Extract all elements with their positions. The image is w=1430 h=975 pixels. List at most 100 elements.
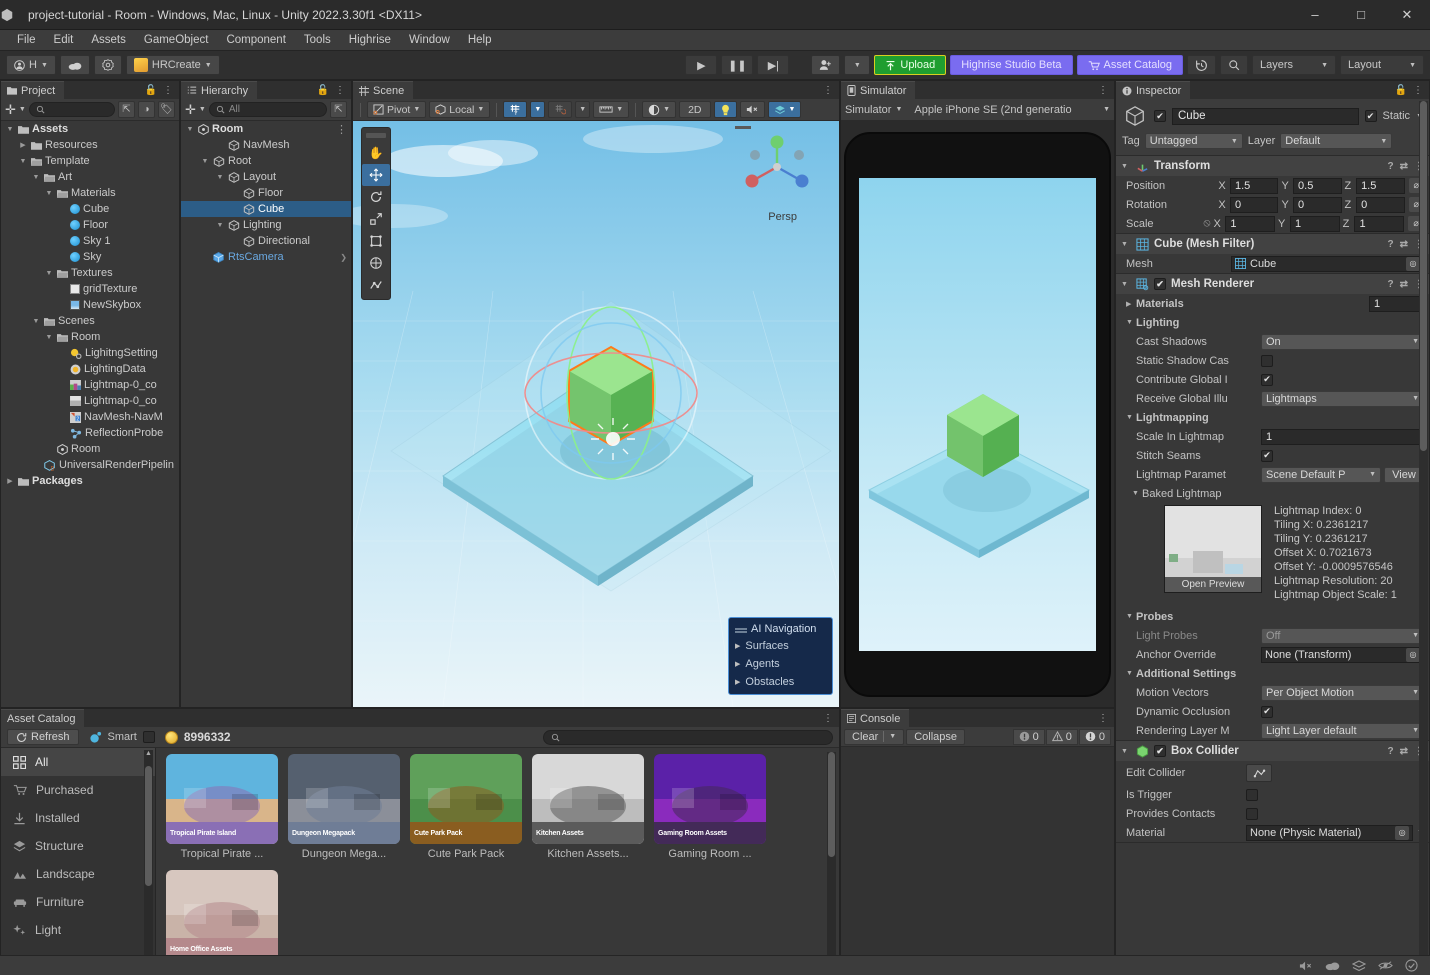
probes-group-row[interactable]: ▼ Probes bbox=[1116, 607, 1429, 626]
tree-toggle-icon[interactable]: ▼ bbox=[185, 126, 195, 133]
asset-category-all[interactable]: All bbox=[1, 748, 155, 776]
layout-dropdown[interactable]: Layout ▼ bbox=[1340, 55, 1424, 75]
project-open-in-window-button[interactable]: ⇱ bbox=[118, 101, 135, 118]
help-icon[interactable]: ? bbox=[1388, 239, 1394, 250]
chevron-right-icon[interactable]: ❯ bbox=[340, 253, 347, 262]
project-tree-item[interactable]: Room bbox=[1, 441, 179, 457]
box-collider-header[interactable]: ▼ Box Collider ? ⇄ ⋮ bbox=[1116, 741, 1429, 761]
smart-toggle-group[interactable]: Smart bbox=[89, 731, 155, 744]
project-search-input[interactable] bbox=[28, 102, 115, 117]
panel-menu-icon[interactable]: ⋮ bbox=[823, 85, 833, 96]
drag-handle-icon[interactable] bbox=[735, 628, 747, 630]
project-tree-item[interactable]: 2 NavMesh-NavM bbox=[1, 409, 179, 425]
asset-catalog-button[interactable]: Asset Catalog bbox=[1076, 55, 1183, 75]
create-gameobject-button[interactable]: ✛ bbox=[185, 102, 196, 118]
smart-checkbox[interactable] bbox=[142, 731, 155, 743]
console-error-count[interactable]: 0 bbox=[1078, 728, 1111, 745]
upload-button[interactable]: Upload bbox=[874, 55, 947, 75]
settings-button[interactable] bbox=[93, 55, 122, 75]
scene-viewport[interactable]: Persp ✋ AI Navigation ▶ Surfaces ▶ Agent… bbox=[353, 121, 839, 707]
contribute-gi-checkbox[interactable] bbox=[1261, 373, 1273, 386]
user-dropdown[interactable]: HRCreate ▼ bbox=[125, 55, 220, 75]
snap-increment-toggle[interactable] bbox=[548, 101, 573, 118]
tree-toggle-icon[interactable]: ▶ bbox=[18, 141, 28, 149]
tab-hierarchy[interactable]: Hierarchy bbox=[181, 81, 258, 99]
tree-toggle-icon[interactable]: ▼ bbox=[31, 318, 41, 325]
hierarchy-tree[interactable]: ▼ Room ⋮ NavMesh ▼ Root ▼ Layout Floor Cube ▼ Light… bbox=[181, 121, 351, 707]
object-picker-icon[interactable]: ◎ bbox=[1406, 647, 1420, 662]
provides-contacts-checkbox[interactable] bbox=[1246, 807, 1258, 820]
hierarchy-item[interactable]: ▼ Root bbox=[181, 153, 351, 169]
lightmap-parameters-dropdown[interactable]: Scene Default P ▼ bbox=[1261, 466, 1381, 483]
ai-navigation-header[interactable]: AI Navigation bbox=[729, 621, 832, 637]
chevron-down-icon[interactable]: ▼ bbox=[1121, 163, 1131, 170]
panel-menu-icon[interactable]: ⋮ bbox=[335, 85, 345, 96]
lock-icon[interactable]: 🔓 bbox=[317, 85, 329, 96]
asset-catalog-categories[interactable]: All Purchased Installed Structure Landscape F… bbox=[1, 748, 155, 944]
hierarchy-item[interactable]: RtsCamera ❯ bbox=[181, 249, 351, 265]
box-collider-enabled-checkbox[interactable] bbox=[1154, 745, 1166, 757]
scale-tool-button[interactable] bbox=[362, 208, 390, 230]
close-button[interactable]: ✕ bbox=[1384, 0, 1430, 30]
tree-toggle-icon[interactable]: ▼ bbox=[215, 222, 225, 229]
project-tree-item[interactable]: Cube bbox=[1, 201, 179, 217]
asset-grid-scrollbar[interactable] bbox=[827, 752, 836, 970]
project-tree[interactable]: ▼ Assets ▶ Resources ▼ Template ▼ Art ▼ Materials… bbox=[1, 121, 179, 707]
menu-help[interactable]: Help bbox=[459, 30, 501, 51]
lightmap-preview[interactable]: Open Preview bbox=[1164, 505, 1262, 593]
asset-thumbnail[interactable]: Tropical Pirate Island bbox=[166, 754, 278, 844]
asset-thumbnail[interactable]: Kitchen Assets bbox=[532, 754, 644, 844]
project-tree-item[interactable]: gridTexture bbox=[1, 281, 179, 297]
pivot-dropdown[interactable]: Pivot ▼ bbox=[367, 101, 427, 118]
ai-nav-item-agents[interactable]: ▶ Agents bbox=[729, 655, 832, 673]
panel-menu-icon[interactable]: ⋮ bbox=[1098, 85, 1108, 96]
account-button[interactable]: H ▼ bbox=[6, 55, 56, 75]
overlay-drag-handle[interactable] bbox=[366, 133, 386, 138]
grid-snap-toggle[interactable]: Y bbox=[503, 101, 528, 118]
scene-fx-dropdown[interactable]: ▼ bbox=[767, 101, 802, 118]
collab-dropdown[interactable]: ▼ bbox=[844, 55, 871, 75]
object-picker-icon[interactable]: ◎ bbox=[1395, 825, 1410, 840]
chevron-down-icon[interactable]: ▼ bbox=[1126, 613, 1136, 620]
gameobject-enabled-checkbox[interactable] bbox=[1154, 110, 1166, 122]
object-name-input[interactable]: Cube bbox=[1172, 107, 1359, 125]
project-tree-item[interactable]: ReflectionProbe bbox=[1, 425, 179, 441]
menu-file[interactable]: File bbox=[8, 30, 45, 51]
inspector-scrollbar[interactable] bbox=[1419, 101, 1428, 972]
local-dropdown[interactable]: Local ▼ bbox=[429, 101, 491, 118]
menu-gameobject[interactable]: GameObject bbox=[135, 30, 218, 51]
project-labels-button[interactable]: 🏷 bbox=[158, 101, 175, 118]
project-tree-item[interactable]: ▼ Materials bbox=[1, 185, 179, 201]
minimize-button[interactable]: – bbox=[1292, 0, 1338, 30]
cloud-icon[interactable] bbox=[1325, 960, 1340, 971]
project-tree-item[interactable]: ▼ Textures bbox=[1, 265, 179, 281]
tab-asset-catalog[interactable]: Asset Catalog bbox=[1, 709, 85, 727]
console-clear-button[interactable]: Clear ▼ bbox=[844, 728, 905, 745]
chevron-down-icon[interactable]: ▼ bbox=[1121, 748, 1131, 755]
project-tree-item[interactable]: ▶ Packages bbox=[1, 473, 179, 489]
cloud-button[interactable] bbox=[59, 55, 90, 75]
uniform-scale-icon[interactable]: ⦸ bbox=[1203, 217, 1210, 230]
chevron-down-icon[interactable]: ▼ bbox=[199, 106, 206, 113]
project-tree-item[interactable]: NewSkybox bbox=[1, 297, 179, 313]
project-tree-item[interactable]: LighitngSetting bbox=[1, 345, 179, 361]
hierarchy-item[interactable]: Cube bbox=[181, 201, 351, 217]
panel-menu-icon[interactable]: ⋮ bbox=[1413, 85, 1423, 96]
rendering-layer-mask-dropdown[interactable]: Light Layer default ▼ bbox=[1261, 722, 1424, 739]
object-picker-icon[interactable]: ◎ bbox=[1406, 256, 1420, 271]
materials-count-field[interactable]: 1 bbox=[1369, 295, 1424, 312]
lighting-group-row[interactable]: ▼ Lighting bbox=[1116, 313, 1429, 332]
panel-menu-icon[interactable]: ⋮ bbox=[163, 85, 173, 96]
asset-thumbnail[interactable]: Dungeon Megapack bbox=[288, 754, 400, 844]
scene-audio-toggle[interactable] bbox=[739, 101, 765, 118]
transform-tool-button[interactable] bbox=[362, 252, 390, 274]
sidebar-scrollbar-thumb[interactable] bbox=[145, 766, 152, 886]
tree-toggle-icon[interactable]: ▼ bbox=[215, 174, 225, 181]
overlay-handle[interactable] bbox=[735, 126, 751, 129]
chevron-down-icon[interactable]: ▼ bbox=[1121, 281, 1131, 288]
scene-lighting-toggle[interactable] bbox=[713, 101, 737, 118]
lightmapping-group-row[interactable]: ▼ Lightmapping bbox=[1116, 408, 1429, 427]
play-button[interactable]: ▶ bbox=[685, 55, 718, 75]
materials-row[interactable]: ▶ Materials 1 bbox=[1116, 294, 1429, 313]
tag-dropdown[interactable]: Untagged ▼ bbox=[1144, 133, 1243, 149]
